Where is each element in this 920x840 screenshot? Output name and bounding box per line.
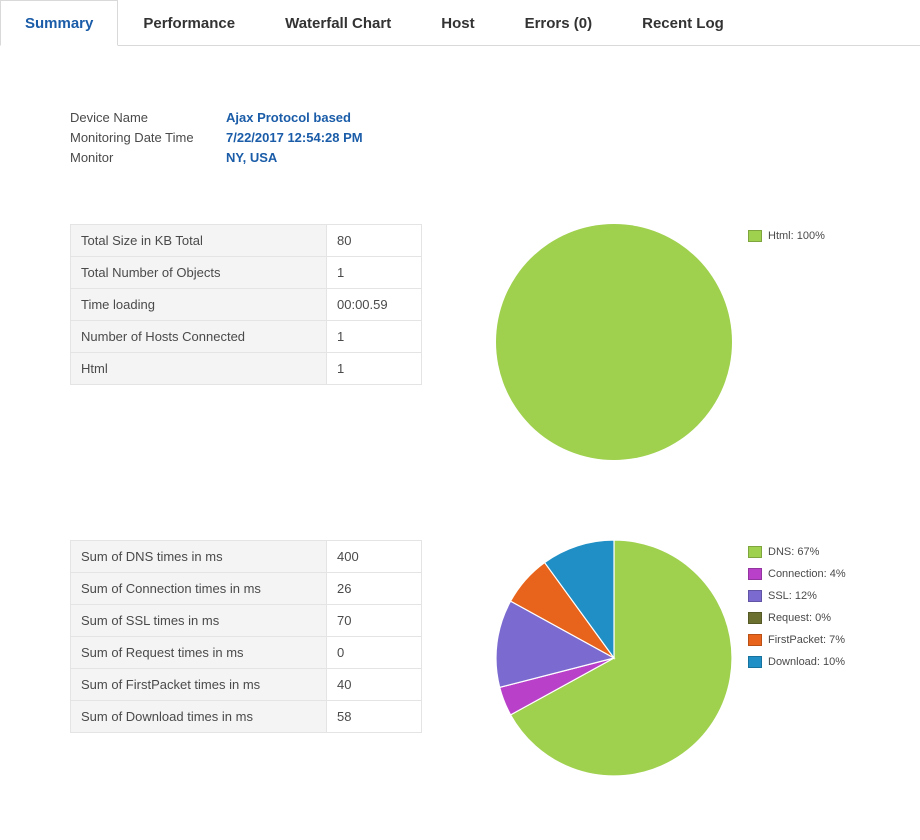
- table-row: Time loading00:00.59: [71, 289, 422, 321]
- table-cell-key: Total Number of Objects: [71, 257, 327, 289]
- legend-item: Download: 10%: [748, 656, 846, 668]
- table-cell-key: Sum of FirstPacket times in ms: [71, 669, 327, 701]
- legend-label: DNS: 67%: [768, 546, 819, 558]
- table-cell-value: 400: [327, 541, 422, 573]
- table-row: Html1: [71, 353, 422, 385]
- table-row: Sum of Connection times in ms26: [71, 573, 422, 605]
- legend-label: Request: 0%: [768, 612, 831, 624]
- tab-waterfall[interactable]: Waterfall Chart: [260, 0, 416, 46]
- table-cell-value: 80: [327, 225, 422, 257]
- table-cell-value: 26: [327, 573, 422, 605]
- legend-label: Connection: 4%: [768, 568, 846, 580]
- table-row: Sum of DNS times in ms400: [71, 541, 422, 573]
- table-cell-key: Sum of Connection times in ms: [71, 573, 327, 605]
- legend-swatch: [748, 568, 762, 580]
- chart-wrap-bottom: DNS: 67% Connection: 4% SSL: 12% Request: 0…: [496, 540, 846, 776]
- meta-row-datetime: Monitoring Date Time 7/22/2017 12:54:28 …: [70, 128, 920, 148]
- legend-label: Html: 100%: [768, 230, 825, 242]
- table-cell-value: 1: [327, 321, 422, 353]
- pie-chart-content-types: [496, 224, 732, 460]
- tab-host[interactable]: Host: [416, 0, 499, 46]
- meta-value: Ajax Protocol based: [226, 108, 351, 128]
- table-cell-key: Html: [71, 353, 327, 385]
- legend-label: Download: 10%: [768, 656, 845, 668]
- tab-performance[interactable]: Performance: [118, 0, 260, 46]
- pie-slice: [496, 224, 732, 460]
- table-cell-value: 70: [327, 605, 422, 637]
- legend-content-types: Html: 100%: [748, 230, 825, 252]
- meta-label: Monitor: [70, 148, 226, 168]
- legend-label: SSL: 12%: [768, 590, 817, 602]
- timings-table: Sum of DNS times in ms400Sum of Connecti…: [70, 540, 422, 733]
- legend-swatch: [748, 546, 762, 558]
- legend-label: FirstPacket: 7%: [768, 634, 845, 646]
- table-cell-key: Number of Hosts Connected: [71, 321, 327, 353]
- table-cell-key: Time loading: [71, 289, 327, 321]
- table-cell-key: Sum of Download times in ms: [71, 701, 327, 733]
- table-cell-value: 0: [327, 637, 422, 669]
- meta-row-monitor: Monitor NY, USA: [70, 148, 920, 168]
- legend-item: Request: 0%: [748, 612, 846, 624]
- legend-item: Html: 100%: [748, 230, 825, 242]
- table-cell-key: Sum of Request times in ms: [71, 637, 327, 669]
- legend-item: DNS: 67%: [748, 546, 846, 558]
- meta-label: Monitoring Date Time: [70, 128, 226, 148]
- table-row: Number of Hosts Connected1: [71, 321, 422, 353]
- section-timings: Sum of DNS times in ms400Sum of Connecti…: [70, 540, 920, 776]
- legend-item: FirstPacket: 7%: [748, 634, 846, 646]
- table-row: Sum of SSL times in ms70: [71, 605, 422, 637]
- tabs: Summary Performance Waterfall Chart Host…: [0, 0, 920, 46]
- table-cell-key: Sum of SSL times in ms: [71, 605, 327, 637]
- table-cell-value: 00:00.59: [327, 289, 422, 321]
- legend-swatch: [748, 612, 762, 624]
- table-cell-value: 40: [327, 669, 422, 701]
- table-row: Sum of Download times in ms58: [71, 701, 422, 733]
- table-row: Total Size in KB Total80: [71, 225, 422, 257]
- tab-recent-log[interactable]: Recent Log: [617, 0, 749, 46]
- content: Device Name Ajax Protocol based Monitori…: [0, 46, 920, 816]
- meta-value: NY, USA: [226, 148, 277, 168]
- table-cell-value: 1: [327, 257, 422, 289]
- pie-chart-timings: [496, 540, 732, 776]
- meta-row-device: Device Name Ajax Protocol based: [70, 108, 920, 128]
- chart-wrap-top: Html: 100%: [496, 224, 825, 460]
- tab-summary[interactable]: Summary: [0, 0, 118, 46]
- table-row: Total Number of Objects1: [71, 257, 422, 289]
- section-totals: Total Size in KB Total80Total Number of …: [70, 224, 920, 460]
- table-cell-value: 1: [327, 353, 422, 385]
- legend-timings: DNS: 67% Connection: 4% SSL: 12% Request: 0…: [748, 546, 846, 678]
- meta-block: Device Name Ajax Protocol based Monitori…: [70, 108, 920, 168]
- legend-swatch: [748, 590, 762, 602]
- legend-swatch: [748, 230, 762, 242]
- legend-item: SSL: 12%: [748, 590, 846, 602]
- table-row: Sum of FirstPacket times in ms40: [71, 669, 422, 701]
- legend-swatch: [748, 634, 762, 646]
- table-row: Sum of Request times in ms0: [71, 637, 422, 669]
- meta-value: 7/22/2017 12:54:28 PM: [226, 128, 363, 148]
- legend-item: Connection: 4%: [748, 568, 846, 580]
- table-cell-key: Sum of DNS times in ms: [71, 541, 327, 573]
- totals-table: Total Size in KB Total80Total Number of …: [70, 224, 422, 385]
- table-cell-key: Total Size in KB Total: [71, 225, 327, 257]
- tab-errors[interactable]: Errors (0): [500, 0, 618, 46]
- table-cell-value: 58: [327, 701, 422, 733]
- legend-swatch: [748, 656, 762, 668]
- meta-label: Device Name: [70, 108, 226, 128]
